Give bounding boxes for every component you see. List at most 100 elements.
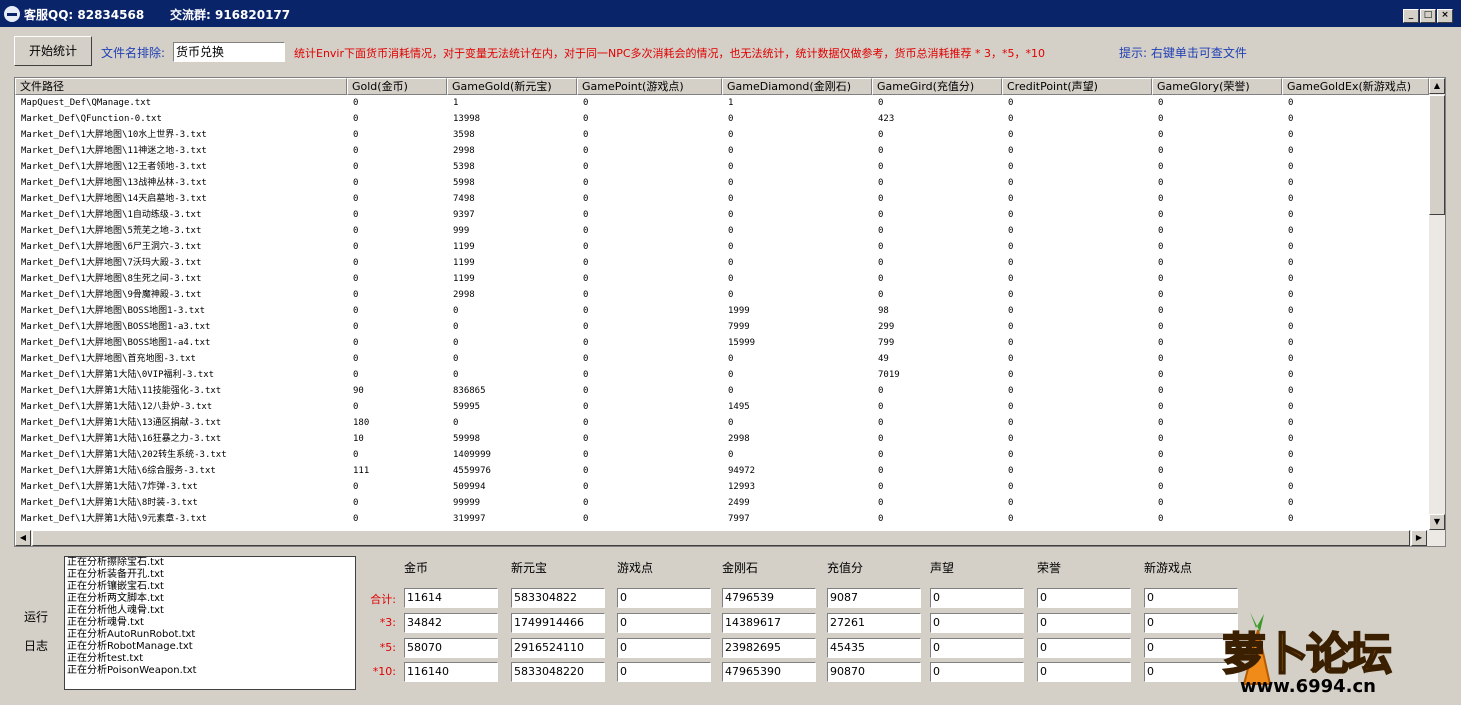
column-header[interactable]: Gold(金币): [347, 78, 447, 95]
value-cell: 0: [878, 274, 884, 284]
summary-value-field[interactable]: 34842: [404, 613, 498, 633]
table-row[interactable]: Market_Def\1大胖地图\首充地图-3.txt 0 0 0 0 49 0 0 0: [15, 351, 1429, 367]
file-path-cell: Market_Def\1大胖第1大陆\8时装-3.txt: [21, 498, 198, 508]
value-cell: 0: [353, 402, 359, 412]
summary-value-field[interactable]: 0: [617, 613, 711, 633]
summary-value-field[interactable]: 9087: [827, 588, 921, 608]
value-cell: 0: [1008, 290, 1014, 300]
value-cell: 0: [728, 114, 734, 124]
scroll-down-icon[interactable]: ▼: [1429, 514, 1445, 530]
value-cell: 0: [353, 242, 359, 252]
summary-value-field[interactable]: 0: [1037, 588, 1131, 608]
column-header[interactable]: 文件路径: [15, 78, 347, 95]
exclude-input[interactable]: 货币兑换: [173, 42, 285, 62]
table-row[interactable]: Market_Def\1大胖地图\11神迷之地-3.txt 0 2998 0 0 0 0 0 0: [15, 143, 1429, 159]
summary-value-field[interactable]: 0: [1037, 662, 1131, 682]
summary-value-field[interactable]: 23982695: [722, 638, 816, 658]
value-cell: 0: [1288, 290, 1294, 300]
table-row[interactable]: Market_Def\1大胖地图\9骨魔神殿-3.txt 0 2998 0 0 0 0 0 0: [15, 287, 1429, 303]
scroll-left-icon[interactable]: ◀: [15, 530, 31, 546]
vertical-scroll-thumb[interactable]: [1429, 95, 1445, 215]
summary-value-field[interactable]: 0: [1037, 638, 1131, 658]
close-button[interactable]: ×: [1437, 9, 1453, 23]
value-cell: 0: [583, 338, 589, 348]
summary-value-field[interactable]: 0: [930, 588, 1024, 608]
scroll-up-icon[interactable]: ▲: [1429, 78, 1445, 94]
summary-value-field[interactable]: 11614: [404, 588, 498, 608]
summary-value-field[interactable]: 14389617: [722, 613, 816, 633]
table-row[interactable]: MapQuest_Def\QManage.txt 0 1 0 1 0 0 0 0: [15, 95, 1429, 111]
value-cell: 1495: [728, 402, 750, 412]
summary-value-field[interactable]: 0: [930, 662, 1024, 682]
table-row[interactable]: Market_Def\1大胖地图\10水上世界-3.txt 0 3598 0 0 0 0 0 0: [15, 127, 1429, 143]
summary-value-field[interactable]: 90870: [827, 662, 921, 682]
table-row[interactable]: Market_Def\1大胖地图\BOSS地图1-a4.txt 0 0 0 15999 7…: [15, 335, 1429, 351]
table-row[interactable]: Market_Def\1大胖地图\7沃玛大殿-3.txt 0 1199 0 0 0 0 0 0: [15, 255, 1429, 271]
table-row[interactable]: Market_Def\1大胖地图\13战神丛林-3.txt 0 5998 0 0 0 0 0 0: [15, 175, 1429, 191]
column-header[interactable]: GameGold(新元宝): [447, 78, 577, 95]
summary-value-field[interactable]: 45435: [827, 638, 921, 658]
column-header[interactable]: GamePoint(游戏点): [577, 78, 722, 95]
contact-qq: 客服QQ: 82834568: [24, 8, 145, 22]
column-header[interactable]: GameGoldEx(新游戏点): [1282, 78, 1429, 95]
summary-value-field[interactable]: 1749914466: [511, 613, 605, 633]
summary-value-field[interactable]: 583304822: [511, 588, 605, 608]
file-path-cell: Market_Def\1大胖地图\9骨魔神殿-3.txt: [21, 290, 202, 300]
summary-value-field[interactable]: 0: [617, 638, 711, 658]
vertical-scrollbar[interactable]: ▲ ▼: [1429, 78, 1445, 530]
summary-value-field[interactable]: 0: [930, 638, 1024, 658]
table-row[interactable]: Market_Def\1大胖地图\BOSS地图1-a3.txt 0 0 0 7999 29…: [15, 319, 1429, 335]
table-row[interactable]: Market_Def\1大胖第1大陆\202转生系统-3.txt 0 1409999…: [15, 447, 1429, 463]
horizontal-scrollbar[interactable]: ◀ ▶: [15, 530, 1445, 546]
summary-header: 金刚石: [722, 561, 759, 575]
summary-value-field[interactable]: 0: [617, 588, 711, 608]
summary-value-field[interactable]: 0: [930, 613, 1024, 633]
table-row[interactable]: Market_Def\1大胖地图\5荒芜之地-3.txt 0 999 0 0 0 0 0 0: [15, 223, 1429, 239]
summary-value-field[interactable]: 27261: [827, 613, 921, 633]
summary-value-field[interactable]: 2916524110: [511, 638, 605, 658]
maximize-button[interactable]: □: [1420, 9, 1436, 23]
table-row[interactable]: Market_Def\1大胖第1大陆\13通区捐献-3.txt 180 0 0 0 0 0 0…: [15, 415, 1429, 431]
table-row[interactable]: Market_Def\1大胖第1大陆\6综合服务-3.txt 111 4559976…: [15, 463, 1429, 479]
table-row[interactable]: Market_Def\1大胖第1大陆\8时装-3.txt 0 99999 0 2499 0…: [15, 495, 1429, 511]
value-cell: 0: [1158, 146, 1164, 156]
value-cell: 0: [1288, 322, 1294, 332]
scroll-right-icon[interactable]: ▶: [1411, 530, 1427, 546]
table-row[interactable]: Market_Def\1大胖地图\1自动练级-3.txt 0 9397 0 0 0 0 0 0: [15, 207, 1429, 223]
summary-value-field[interactable]: 47965390: [722, 662, 816, 682]
summary-value-field[interactable]: 58070: [404, 638, 498, 658]
table-row[interactable]: Market_Def\1大胖第1大陆\16狂暴之力-3.txt 10 59998 0 2…: [15, 431, 1429, 447]
start-stats-button[interactable]: 开始统计: [14, 36, 92, 66]
run-log-textarea[interactable]: 正在分析擦除宝石.txt 正在分析装备开孔.txt 正在分析镶嵌宝石.txt 正在分析…: [64, 556, 356, 690]
column-header[interactable]: GameDiamond(金刚石): [722, 78, 872, 95]
table-row[interactable]: Market_Def\1大胖地图\12王者领地-3.txt 0 5398 0 0 0 0 0 0: [15, 159, 1429, 175]
table-row[interactable]: Market_Def\1大胖第1大陆\9元素章-3.txt 0 319997 0 799…: [15, 511, 1429, 527]
column-header[interactable]: CreditPoint(声望): [1002, 78, 1152, 95]
value-cell: 7019: [878, 370, 900, 380]
column-header[interactable]: GameGlory(荣誉): [1152, 78, 1282, 95]
summary-value-field[interactable]: 116140: [404, 662, 498, 682]
summary-value-field[interactable]: 4796539: [722, 588, 816, 608]
table-row[interactable]: Market_Def\1大胖第1大陆\0VIP福利-3.txt 0 0 0 0 7019 0…: [15, 367, 1429, 383]
table-row[interactable]: Market_Def\1大胖第1大陆\7炸弹-3.txt 0 509994 0 1299…: [15, 479, 1429, 495]
minimize-button[interactable]: _: [1403, 9, 1419, 23]
value-cell: 7498: [453, 194, 475, 204]
value-cell: 5398: [453, 162, 475, 172]
table-row[interactable]: Market_Def\1大胖地图\8生死之间-3.txt 0 1199 0 0 0 0 0 0: [15, 271, 1429, 287]
value-cell: 0: [878, 290, 884, 300]
summary-value-field[interactable]: 0: [1037, 613, 1131, 633]
table-row[interactable]: Market_Def\1大胖地图\14天启墓地-3.txt 0 7498 0 0 0 0 0 0: [15, 191, 1429, 207]
table-row[interactable]: Market_Def\QFunction-0.txt 0 13998 0 0 423 0 0 0: [15, 111, 1429, 127]
column-header[interactable]: GameGird(充值分): [872, 78, 1002, 95]
table-row[interactable]: Market_Def\1大胖地图\BOSS地图1-3.txt 0 0 0 1999 98 0…: [15, 303, 1429, 319]
table-row[interactable]: Market_Def\1大胖第1大陆\12八卦炉-3.txt 0 59995 0 149…: [15, 399, 1429, 415]
value-cell: 59998: [453, 434, 481, 444]
summary-value-field[interactable]: 5833048220: [511, 662, 605, 682]
summary-value-field[interactable]: 0: [617, 662, 711, 682]
value-cell: 0: [353, 354, 359, 364]
value-cell: 0: [1288, 418, 1294, 428]
table-row[interactable]: Market_Def\1大胖地图\6尸王洞穴-3.txt 0 1199 0 0 0 0 0 0: [15, 239, 1429, 255]
stats-grid[interactable]: 文件路径 Gold(金币) GameGold(新元宝) GamePoint(游戏点) G…: [14, 77, 1446, 547]
table-row[interactable]: Market_Def\1大胖第1大陆\11技能强化-3.txt 90 836865 0…: [15, 383, 1429, 399]
horizontal-scroll-thumb[interactable]: [32, 530, 1410, 546]
